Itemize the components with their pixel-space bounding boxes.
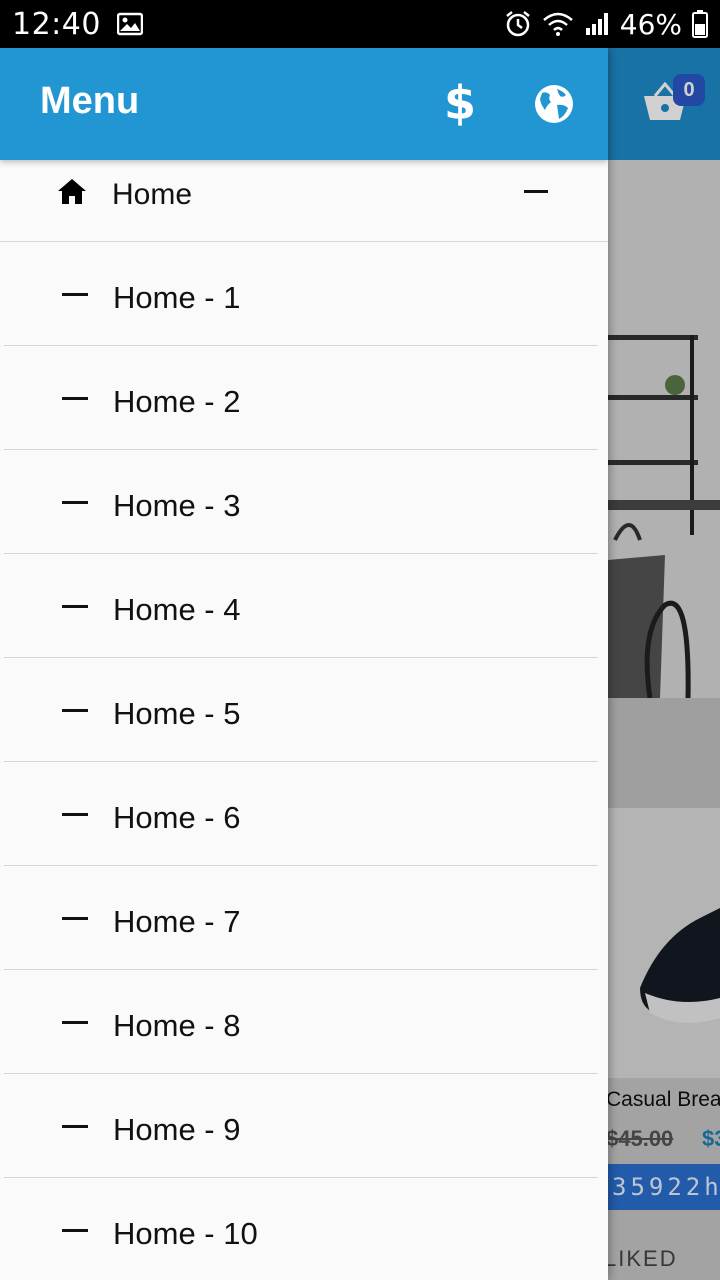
- dash-icon: [62, 605, 88, 608]
- menu-item-home[interactable]: Home: [0, 160, 608, 242]
- submenu-item-label: Home - 5: [113, 696, 241, 731]
- submenu-item-label: Home - 2: [113, 384, 241, 419]
- home-submenu: Home - 1 Home - 2 Home - 3 Home - 4 Home…: [0, 242, 608, 1280]
- submenu-item-label: Home - 3: [113, 488, 241, 523]
- alarm-icon: [504, 10, 532, 38]
- dash-icon: [62, 397, 88, 400]
- dash-icon: [62, 917, 88, 920]
- dash-icon: [62, 813, 88, 816]
- dash-icon: [62, 293, 88, 296]
- dollar-icon[interactable]: $: [434, 78, 486, 130]
- dash-icon: [62, 1229, 88, 1232]
- submenu-item-label: Home - 4: [113, 592, 241, 627]
- status-left: 12:40: [12, 7, 143, 42]
- drawer-title: Menu: [40, 80, 140, 122]
- submenu-item-home-2[interactable]: Home - 2: [4, 346, 598, 450]
- menu-item-label: Home: [112, 178, 193, 211]
- submenu-item-home-5[interactable]: Home - 5: [4, 658, 598, 762]
- submenu-item-label: Home - 8: [113, 1008, 241, 1043]
- home-icon: [56, 176, 88, 208]
- battery-icon: [692, 10, 708, 38]
- submenu-item-home-8[interactable]: Home - 8: [4, 970, 598, 1074]
- submenu-item-label: Home - 6: [113, 800, 241, 835]
- dash-icon: [62, 1021, 88, 1024]
- svg-text:$: $: [444, 81, 476, 127]
- submenu-item-home-9[interactable]: Home - 9: [4, 1074, 598, 1178]
- status-right: 46%: [504, 8, 708, 41]
- dash-icon: [62, 501, 88, 504]
- submenu-item-home-1[interactable]: Home - 1: [4, 242, 598, 346]
- signal-icon: [584, 12, 610, 36]
- status-time: 12:40: [12, 6, 101, 42]
- status-bar: 12:40 46%: [0, 0, 720, 48]
- submenu-item-label: Home - 9: [113, 1112, 241, 1147]
- submenu-item-home-4[interactable]: Home - 4: [4, 554, 598, 658]
- submenu-item-home-6[interactable]: Home - 6: [4, 762, 598, 866]
- dash-icon: [62, 709, 88, 712]
- submenu-item-label: Home - 1: [113, 280, 241, 315]
- wifi-icon: [542, 11, 574, 37]
- submenu-item-home-3[interactable]: Home - 3: [4, 450, 598, 554]
- drawer-header: Menu $: [0, 48, 608, 160]
- submenu-item-label: Home - 7: [113, 904, 241, 939]
- submenu-item-home-7[interactable]: Home - 7: [4, 866, 598, 970]
- submenu-item-home-10[interactable]: Home - 10: [4, 1178, 598, 1280]
- image-notification-icon: [116, 12, 143, 36]
- submenu-item-label: Home - 10: [113, 1216, 258, 1251]
- collapse-icon[interactable]: [524, 190, 548, 193]
- battery-percent: 46%: [619, 7, 682, 41]
- navigation-drawer: Menu $ Home Home - 1 Home - 2 Home - 3 H: [0, 48, 608, 1280]
- dash-icon: [62, 1125, 88, 1128]
- globe-icon[interactable]: [528, 78, 580, 130]
